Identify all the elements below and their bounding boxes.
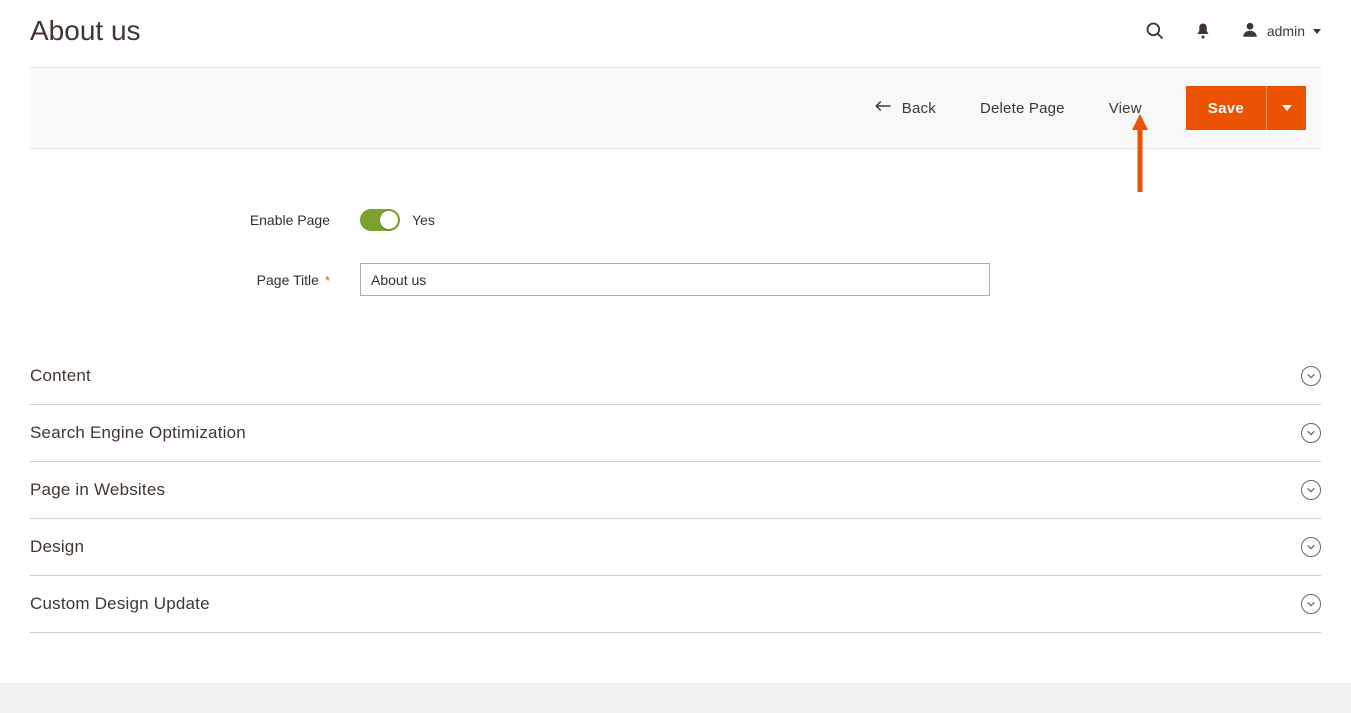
delete-page-button[interactable]: Delete Page	[980, 100, 1065, 117]
section-title: Content	[30, 366, 91, 386]
chevron-down-icon	[1301, 537, 1321, 557]
notifications-icon[interactable]	[1193, 21, 1213, 41]
section-title: Page in Websites	[30, 480, 165, 500]
admin-account-menu[interactable]: admin	[1241, 21, 1321, 42]
triangle-down-icon	[1282, 105, 1292, 111]
user-icon	[1241, 21, 1259, 42]
action-bar: Back Delete Page View Save	[30, 67, 1321, 149]
section-title: Custom Design Update	[30, 594, 210, 614]
delete-page-label: Delete Page	[980, 100, 1065, 117]
chevron-down-icon	[1301, 480, 1321, 500]
search-icon[interactable]	[1145, 21, 1165, 41]
page-title: About us	[30, 15, 141, 47]
section-title: Search Engine Optimization	[30, 423, 246, 443]
section-custom-design-update[interactable]: Custom Design Update	[30, 576, 1321, 633]
section-list: Content Search Engine Optimization Page …	[0, 348, 1351, 673]
page-title-label: Page Title*	[30, 272, 360, 288]
enable-page-toggle[interactable]	[360, 209, 400, 231]
chevron-down-icon	[1301, 366, 1321, 386]
back-label: Back	[902, 100, 936, 117]
admin-user-label: admin	[1267, 23, 1305, 39]
section-content[interactable]: Content	[30, 348, 1321, 405]
page-title-input[interactable]	[360, 263, 990, 296]
save-dropdown-button[interactable]	[1266, 86, 1306, 130]
back-button[interactable]: Back	[874, 99, 936, 117]
annotation-arrow-icon	[1130, 114, 1150, 195]
section-seo[interactable]: Search Engine Optimization	[30, 405, 1321, 462]
footer-bar	[0, 683, 1351, 713]
section-design[interactable]: Design	[30, 519, 1321, 576]
section-page-in-websites[interactable]: Page in Websites	[30, 462, 1321, 519]
enable-page-label: Enable Page	[30, 212, 360, 228]
caret-down-icon	[1313, 29, 1321, 34]
enable-page-value: Yes	[412, 212, 435, 228]
chevron-down-icon	[1301, 423, 1321, 443]
section-title: Design	[30, 537, 84, 557]
chevron-down-icon	[1301, 594, 1321, 614]
arrow-left-icon	[874, 99, 892, 117]
save-button[interactable]: Save	[1186, 86, 1266, 130]
